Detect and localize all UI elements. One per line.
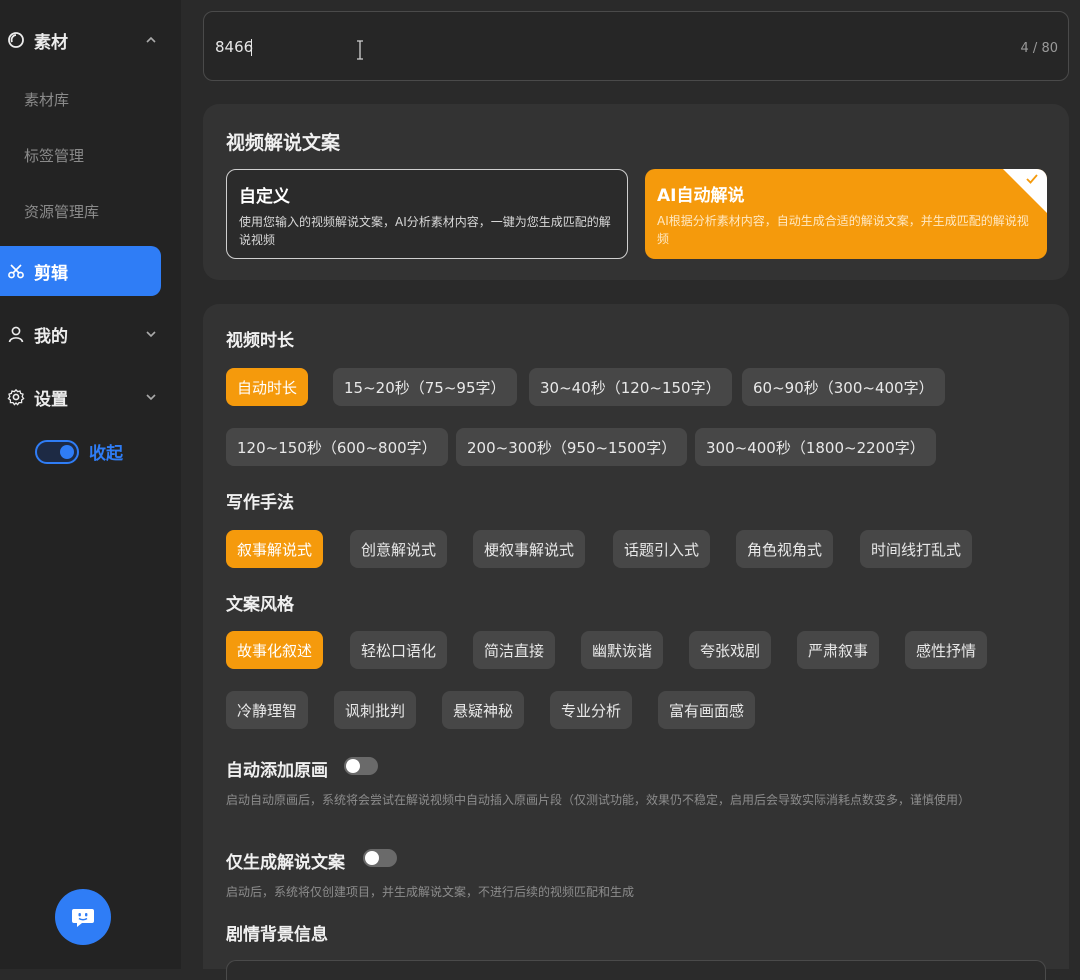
collapse-label: 收起 [89,444,123,464]
sidebar-group-materials[interactable]: 素材 [0,15,181,65]
mode-custom-card[interactable]: 自定义 使用您输入的视频解说文案，AI分析素材内容，一键为您生成匹配的解说视频 [226,169,628,259]
style-chip[interactable]: 故事化叙述 [226,631,324,669]
style-label: 文案风格 [226,595,294,615]
duration-chip[interactable]: 60~90秒（300~400字） [742,368,945,406]
mode-ai-desc: AI根据分析素材内容，自动生成合适的解说文案，并生成匹配的解说视频 [657,214,1029,246]
scissors-icon [6,261,26,281]
technique-chip[interactable]: 叙事解说式 [226,530,324,568]
sidebar-item-resource-library[interactable]: 资源管理库 [24,201,99,222]
technique-chip[interactable]: 时间线打乱式 [860,530,973,568]
technique-chip[interactable]: 梗叙事解说式 [473,530,586,568]
check-icon [1026,174,1038,184]
duration-label: 视频时长 [226,331,294,351]
duration-chip[interactable]: 30~40秒（120~150字） [529,368,732,406]
script-mode-panel: 视频解说文案 自定义 使用您输入的视频解说文案，AI分析素材内容，一键为您生成匹… [203,104,1069,280]
chat-bot-icon [72,909,94,927]
sidebar-item-material-library[interactable]: 素材库 [24,89,69,110]
text-caret [251,39,252,56]
technique-chip[interactable]: 话题引入式 [613,530,711,568]
style-chip[interactable]: 富有画面感 [658,691,756,729]
sidebar-group-label: 素材 [34,32,68,53]
mode-custom-title: 自定义 [239,187,290,207]
project-title-input[interactable]: 8466 4 / 80 [203,11,1069,81]
mode-ai-card[interactable]: AI自动解说 AI根据分析素材内容，自动生成合适的解说文案，并生成匹配的解说视频 [645,169,1047,259]
background-info-label: 剧情背景信息 [226,925,328,945]
sidebar: 素材 素材库 标签管理 资源管理库 剪辑 我的 设置 收起 [0,0,181,969]
material-icon [6,30,26,50]
style-chip[interactable]: 简洁直接 [473,631,556,669]
auto-original-hint: 启动自动原画后，系统将会尝试在解说视频中自动插入原画片段（仅测试功能，效果仍不稳… [226,793,971,807]
duration-chip[interactable]: 200~300秒（950~1500字） [456,428,688,466]
title-input-value[interactable]: 8466 [215,38,253,56]
technique-label: 写作手法 [226,493,294,513]
script-mode-title: 视频解说文案 [226,132,341,154]
style-chip[interactable]: 幽默诙谐 [581,631,664,669]
only-script-label: 仅生成解说文案 [226,853,345,873]
style-chip[interactable]: 悬疑神秘 [442,691,525,729]
sidebar-collapse-toggle[interactable]: 收起 [35,439,123,464]
mode-custom-desc: 使用您输入的视频解说文案，AI分析素材内容，一键为您生成匹配的解说视频 [239,215,611,247]
sidebar-group-mine[interactable]: 我的 [0,309,181,359]
technique-chip[interactable]: 角色视角式 [736,530,834,568]
mode-ai-title: AI自动解说 [657,186,745,206]
support-chat-button[interactable] [55,889,111,945]
style-chip[interactable]: 专业分析 [550,691,633,729]
duration-chip[interactable]: 15~20秒（75~95字） [333,368,517,406]
user-icon [6,324,26,344]
background-info-input[interactable] [226,960,1046,980]
character-count: 4 / 80 [1020,41,1058,56]
sidebar-item-label: 剪辑 [34,263,68,284]
auto-original-label: 自动添加原画 [226,761,328,781]
chevron-down-icon [146,331,156,338]
sidebar-item-tag-management[interactable]: 标签管理 [24,145,84,166]
collapse-switch[interactable] [35,439,79,464]
style-chip[interactable]: 夸张戏剧 [689,631,772,669]
style-chip[interactable]: 严肃叙事 [797,631,880,669]
duration-chip[interactable]: 300~400秒（1800~2200字） [695,428,936,466]
style-chip[interactable]: 感性抒情 [905,631,988,669]
duration-chip[interactable]: 120~150秒（600~800字） [226,428,448,466]
style-chip[interactable]: 轻松口语化 [350,631,448,669]
main-content: 8466 4 / 80 视频解说文案 自定义 使用您输入的视频解说文案，AI分析… [181,0,1080,980]
sidebar-item-edit[interactable]: 剪辑 [0,246,161,296]
style-chip[interactable]: 讽刺批判 [334,691,417,729]
chevron-up-icon [146,36,156,43]
sidebar-group-label: 设置 [34,389,68,410]
only-script-hint: 启动后，系统将仅创建项目，并生成解说文案，不进行后续的视频匹配和生成 [226,885,635,899]
only-script-switch[interactable] [363,849,397,867]
auto-original-switch[interactable] [344,757,378,775]
style-chip[interactable]: 冷静理智 [226,691,309,729]
sidebar-group-settings[interactable]: 设置 [0,372,181,422]
duration-chip[interactable]: 自动时长 [226,368,309,406]
text-cursor-icon [357,40,363,60]
sidebar-group-label: 我的 [34,326,68,347]
chevron-down-icon [146,394,156,401]
technique-chip[interactable]: 创意解说式 [350,530,448,568]
gear-icon [6,387,26,407]
options-panel: 视频时长 自动时长 15~20秒（75~95字） 30~40秒（120~150字… [203,304,1069,980]
